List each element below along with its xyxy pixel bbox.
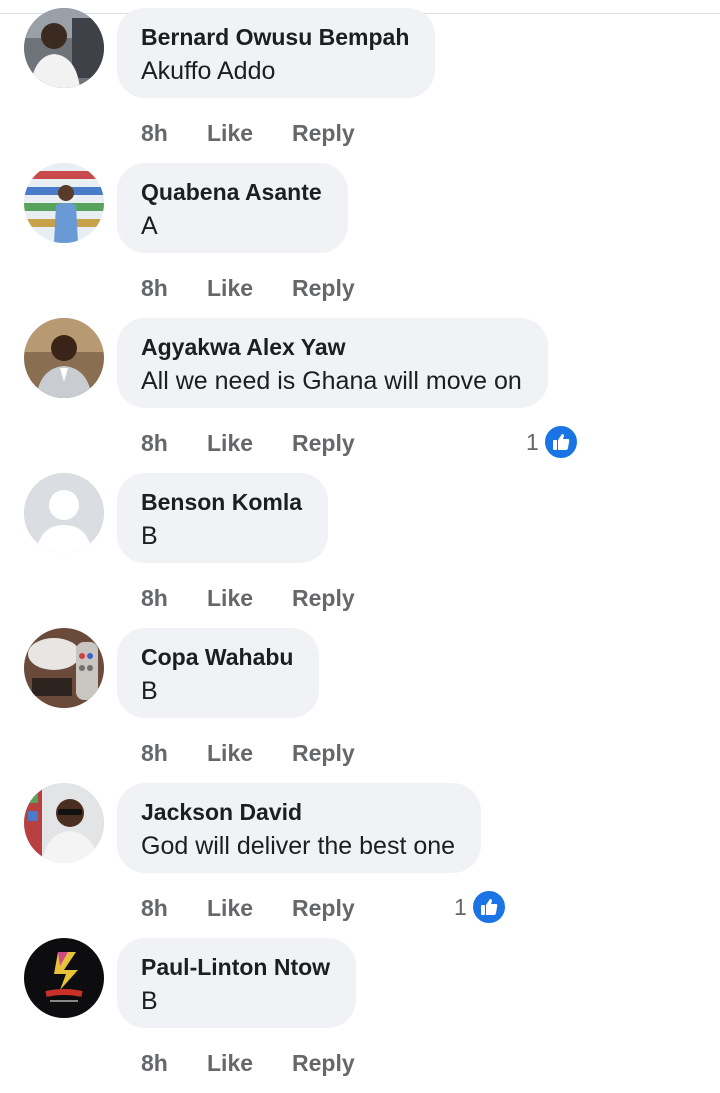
- comment-bubble: Paul-Linton Ntow B: [117, 938, 357, 1028]
- comment-author[interactable]: Paul-Linton Ntow: [141, 954, 330, 980]
- default-profile-silhouette: [24, 473, 104, 553]
- comment-timestamp[interactable]: 8h: [141, 740, 168, 766]
- reply-button[interactable]: Reply: [292, 740, 355, 766]
- comment-bubble: Benson Komla B: [117, 473, 329, 563]
- like-button[interactable]: Like: [207, 585, 253, 611]
- comment-timestamp[interactable]: 8h: [141, 275, 168, 301]
- comment-author[interactable]: Agyakwa Alex Yaw: [141, 334, 522, 360]
- comment-bubble: Agyakwa Alex Yaw All we need is Ghana wi…: [117, 318, 548, 408]
- comment-bubble: Copa Wahabu B: [117, 628, 320, 718]
- comment-timestamp[interactable]: 8h: [141, 895, 168, 921]
- reaction-summary[interactable]: 1: [454, 889, 507, 925]
- man-in-suit-photo: [24, 318, 104, 398]
- comment-text: B: [141, 987, 158, 1015]
- like-button[interactable]: Like: [207, 430, 253, 456]
- comment-item: Bernard Owusu Bempah Akuffo Addo 8h Like…: [0, 8, 720, 163]
- reply-button[interactable]: Reply: [292, 430, 355, 456]
- comment-item: Copa Wahabu B 8h Like Reply: [0, 628, 720, 783]
- comment-bubble: Quabena Asante A: [117, 163, 348, 253]
- comment-item: Quabena Asante A 8h Like Reply: [0, 163, 720, 318]
- avatar[interactable]: [24, 783, 104, 863]
- person-in-car-photo: [24, 8, 104, 88]
- like-button[interactable]: Like: [207, 1050, 253, 1076]
- comment-text: Akuffo Addo: [141, 57, 276, 85]
- like-button[interactable]: Like: [207, 120, 253, 146]
- avatar[interactable]: [24, 8, 104, 88]
- avatar[interactable]: [24, 628, 104, 708]
- avatar[interactable]: [24, 163, 104, 243]
- comment-author[interactable]: Jackson David: [141, 799, 455, 825]
- reply-button[interactable]: Reply: [292, 120, 355, 146]
- reply-button[interactable]: Reply: [292, 585, 355, 611]
- comment-text: B: [141, 677, 158, 705]
- comment-item: Agyakwa Alex Yaw All we need is Ghana wi…: [0, 318, 720, 473]
- comment-timestamp[interactable]: 8h: [141, 120, 168, 146]
- like-reaction-icon: [542, 424, 579, 460]
- comment-text: B: [141, 522, 158, 550]
- reply-button[interactable]: Reply: [292, 275, 355, 301]
- avatar[interactable]: [24, 318, 104, 398]
- reaction-summary[interactable]: 1: [526, 424, 579, 460]
- comment-author[interactable]: Benson Komla: [141, 489, 302, 515]
- like-button[interactable]: Like: [207, 895, 253, 921]
- avatar[interactable]: [24, 473, 104, 553]
- comment-timestamp[interactable]: 8h: [141, 1050, 168, 1076]
- remote-control-photo: [24, 628, 104, 708]
- comment-bubble: Jackson David God will deliver the best …: [117, 783, 482, 873]
- reaction-count: 1: [454, 893, 467, 920]
- man-with-sunglasses-photo: [24, 783, 104, 863]
- comment-text: God will deliver the best one: [141, 832, 456, 860]
- avatar[interactable]: [24, 938, 104, 1018]
- comment-item: Benson Komla B 8h Like Reply: [0, 473, 720, 628]
- comment-text: A: [141, 212, 158, 240]
- like-button[interactable]: Like: [207, 275, 253, 301]
- comment-timestamp[interactable]: 8h: [141, 585, 168, 611]
- comment-author[interactable]: Quabena Asante: [141, 179, 322, 205]
- comment-text: All we need is Ghana will move on: [141, 367, 522, 395]
- linton-logo: [24, 938, 104, 1018]
- like-button[interactable]: Like: [207, 740, 253, 766]
- reply-button[interactable]: Reply: [292, 895, 355, 921]
- comment-author[interactable]: Bernard Owusu Bempah: [141, 24, 409, 50]
- comment-author[interactable]: Copa Wahabu: [141, 644, 293, 670]
- like-reaction-icon: [470, 889, 507, 925]
- person-in-store-photo: [24, 163, 104, 243]
- comment-timestamp[interactable]: 8h: [141, 430, 168, 456]
- reply-button[interactable]: Reply: [292, 1050, 355, 1076]
- reaction-count: 1: [526, 428, 539, 455]
- comment-item: Jackson David God will deliver the best …: [0, 783, 720, 938]
- comment-bubble: Bernard Owusu Bempah Akuffo Addo: [117, 8, 436, 98]
